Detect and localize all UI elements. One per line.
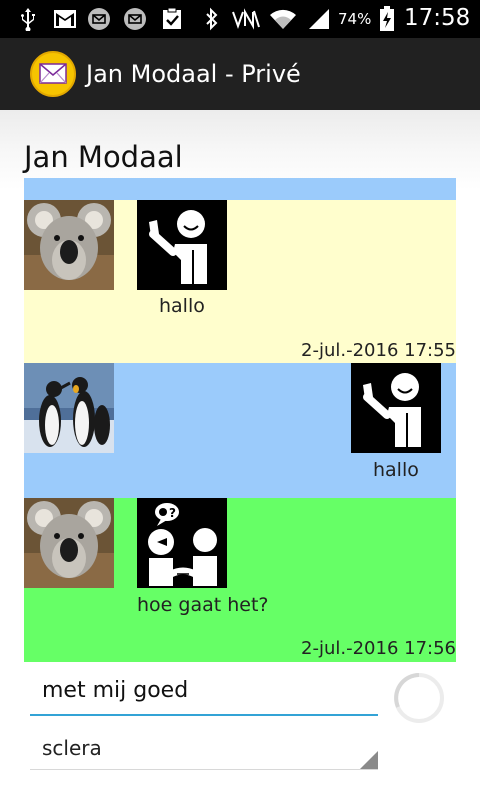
picto-set-select[interactable]: sclera: [30, 728, 378, 770]
usb-icon: [18, 7, 38, 31]
svg-text:?: ?: [169, 506, 176, 520]
clock: 17:58: [404, 5, 471, 31]
message-timestamp: 2-jul.-2016 17:56: [301, 638, 456, 659]
handshake-question-pictogram: ?: [137, 498, 227, 588]
status-bar: 74% 17:58: [0, 0, 480, 38]
message-input[interactable]: [30, 672, 378, 716]
bluetooth-icon: [202, 7, 222, 31]
message-row[interactable]: hallo 2-jul.-2016 17:55: [24, 200, 456, 363]
message-text: hallo: [373, 459, 419, 481]
gmail-icon: [52, 7, 78, 31]
battery-charging-icon: [378, 6, 396, 32]
penguins-avatar: [24, 363, 114, 453]
battery-percent: 74%: [338, 10, 372, 28]
message-row[interactable]: ? hoe gaat het? 2-jul.-2016 17:56: [24, 498, 456, 662]
message-text: hoe gaat het?: [137, 594, 269, 616]
conversation-top-strip: [24, 178, 456, 200]
message-timestamp: 2-jul.-2016 17:55: [301, 340, 456, 361]
wifi-icon: [268, 7, 298, 31]
message-row[interactable]: hallo: [24, 363, 456, 498]
waving-person-pictogram: [137, 200, 227, 290]
sms-icon: [86, 7, 112, 31]
dropdown-arrow-icon: [360, 751, 378, 769]
picto-set-value: sclera: [42, 736, 102, 760]
contact-name: Jan Modaal: [24, 140, 183, 174]
sms-icon: [122, 7, 148, 31]
envelope-icon[interactable]: [30, 51, 76, 97]
nfc-icon: [230, 7, 262, 31]
waving-person-pictogram: [351, 363, 441, 453]
clipboard-check-icon: [160, 7, 184, 31]
message-text: hallo: [159, 295, 205, 317]
app-title: Jan Modaal - Privé: [86, 60, 301, 88]
loading-spinner-icon: [392, 671, 446, 725]
signal-icon: [306, 7, 332, 31]
koala-avatar: [24, 200, 114, 290]
action-bar: Jan Modaal - Privé: [0, 38, 480, 110]
koala-avatar: [24, 498, 114, 588]
